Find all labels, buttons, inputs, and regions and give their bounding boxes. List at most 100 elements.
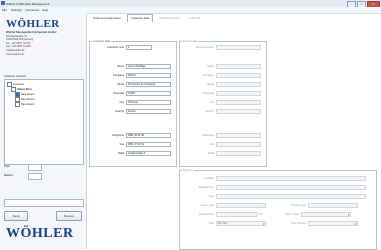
total-field	[28, 164, 42, 171]
tab-instrument-information[interactable]: Instrument information	[89, 14, 125, 22]
street-field[interactable]: 25 Chemin de Fondauze	[126, 82, 171, 87]
const-year-row: Const. year Product type	[180, 203, 358, 208]
customer-number-label: Customer num	[106, 45, 124, 49]
menu-file[interactable]: File	[2, 8, 7, 12]
service-street-label: Street	[207, 82, 214, 86]
service-fax-field[interactable]	[216, 142, 261, 147]
service-company-field[interactable]	[216, 73, 261, 78]
service-postcode-row: Postcode	[180, 91, 261, 96]
app-icon	[1, 1, 5, 5]
tree-item-label: New device	[21, 93, 35, 96]
email-label: eMail	[117, 151, 124, 155]
receive-button[interactable]: Receive	[56, 211, 82, 221]
type-boiler-label: Type of boiler	[290, 221, 306, 225]
manufacturer-field[interactable]	[216, 185, 366, 190]
service-fax-row: Fax	[180, 142, 261, 147]
customer-data-group-label: Customer data	[92, 40, 112, 43]
rated-power-row: Rated power kW Oper. mode	[180, 212, 351, 217]
email-row: eMail info@woehler.fr	[90, 151, 171, 156]
menu-instrument[interactable]: Instrument	[25, 8, 39, 12]
service-number-label: Service number	[195, 45, 214, 49]
name-field[interactable]: Jean Chauffage	[126, 64, 171, 69]
rated-power-field[interactable]	[216, 212, 258, 217]
send-button[interactable]: Send	[4, 211, 28, 221]
service-email-label: eMail	[207, 151, 214, 155]
tab-bar: Instrument information Customer data Com…	[89, 14, 206, 22]
company-fax: Fax: +49 2953 73-250	[6, 45, 31, 49]
service-data-group: Service data Service number Name Company…	[179, 40, 267, 167]
city-row: City Toulouse	[90, 100, 171, 105]
email-field[interactable]: info@woehler.fr	[126, 151, 171, 156]
company-name: Wöhler Messgeräte Kehrgeräte GmbH	[6, 30, 57, 34]
service-company-row: Company	[180, 73, 261, 78]
product-type-label: Product type	[291, 203, 306, 207]
service-number-field[interactable]	[216, 45, 261, 50]
city-field[interactable]: Toulouse	[126, 100, 171, 105]
fuel-dropdown[interactable]: No input	[216, 221, 266, 226]
progress-bar	[4, 199, 84, 207]
fax-row: Fax 0561 37 52 31	[90, 142, 171, 147]
company-address: Wöhler Messgeräte Kehrgeräte GmbH Schütz…	[6, 30, 57, 56]
tree-checkbox[interactable]	[15, 102, 20, 107]
const-year-label: Const. year	[200, 203, 214, 207]
sidebar: WÖHLER Wöhler Messgeräte Kehrgeräte GmbH…	[0, 13, 87, 249]
customer-selection-label: Customer selection	[4, 75, 27, 78]
fax-field[interactable]: 0561 37 52 31	[126, 142, 171, 147]
country-field[interactable]: France	[126, 109, 171, 114]
service-postcode-label: Postcode	[203, 91, 214, 95]
service-email-row: eMail	[180, 151, 261, 156]
location-field[interactable]	[216, 176, 366, 181]
app-window: Wöhler A 350 Data Management – □ ✕ File …	[0, 0, 381, 250]
type-row: Type	[180, 194, 366, 199]
tree-item-label: Indoor Door	[17, 88, 32, 91]
customer-number-field[interactable]: 1	[126, 45, 152, 50]
fuel-row: Fuel No input Type of boiler	[180, 221, 358, 226]
service-fax-label: Fax	[209, 142, 214, 146]
street-row: Street 25 Chemin de Fondauze	[90, 82, 171, 87]
service-street-field[interactable]	[216, 82, 261, 87]
service-city-field[interactable]	[216, 100, 261, 105]
country-row: Country France	[90, 109, 171, 114]
system-group-label: System	[182, 169, 193, 172]
tree-item-label: New device	[21, 103, 35, 106]
postcode-field[interactable]: 31200	[126, 91, 171, 96]
fuel-label: Fuel	[208, 221, 214, 225]
tab-cth-test[interactable]: CTH test	[185, 14, 204, 22]
system-group: System Location Manufacturer Type Const.…	[179, 169, 377, 250]
country-label: Country	[114, 109, 124, 113]
telephone-row: Telephone 0561 32 60 38	[90, 133, 171, 138]
type-boiler-dropdown[interactable]	[308, 221, 358, 226]
customer-tree[interactable]: Customer Indoor Door New device New devi…	[4, 79, 84, 165]
company-web: www.woehler.de	[6, 52, 25, 56]
rated-power-label: Rated power	[199, 212, 214, 216]
service-country-row: Country	[180, 109, 261, 114]
service-data-group-label: Service data	[182, 40, 199, 43]
name-row: Name Jean Chauffage	[90, 64, 171, 69]
customer-number-row: Customer num 1	[90, 45, 152, 50]
tab-combustion-test[interactable]: Combustion test	[155, 14, 183, 22]
tree-item-device-3[interactable]: New device	[15, 102, 34, 107]
service-postcode-field[interactable]	[216, 91, 261, 96]
const-year-field[interactable]	[216, 203, 266, 208]
menu-settings[interactable]: Settings	[11, 8, 22, 12]
menu-help[interactable]: Help	[42, 8, 48, 12]
brand-logo: WÖHLER	[6, 18, 60, 30]
telephone-field[interactable]: 0561 32 60 38	[126, 133, 171, 138]
service-name-field[interactable]	[216, 64, 261, 69]
service-city-label: City	[209, 100, 214, 104]
service-telephone-field[interactable]	[216, 133, 261, 138]
service-country-field[interactable]	[216, 109, 261, 114]
window-title: Wöhler A 350 Data Management	[6, 1, 50, 6]
type-label: Type	[208, 194, 214, 198]
oper-mode-label: Oper. mode	[285, 212, 299, 216]
service-email-field[interactable]	[216, 151, 261, 156]
company-email: info@woehler.de	[6, 48, 25, 52]
type-field[interactable]	[216, 194, 366, 199]
tab-customer-data[interactable]: Customer data	[126, 14, 154, 22]
total-label: Total	[4, 165, 10, 168]
name-label: Name	[117, 64, 124, 68]
company-field[interactable]: Wöhler	[126, 73, 171, 78]
oper-mode-dropdown[interactable]	[301, 212, 351, 217]
product-type-field[interactable]	[308, 203, 358, 208]
brand-logo-bottom: WÖHLER	[6, 226, 74, 241]
